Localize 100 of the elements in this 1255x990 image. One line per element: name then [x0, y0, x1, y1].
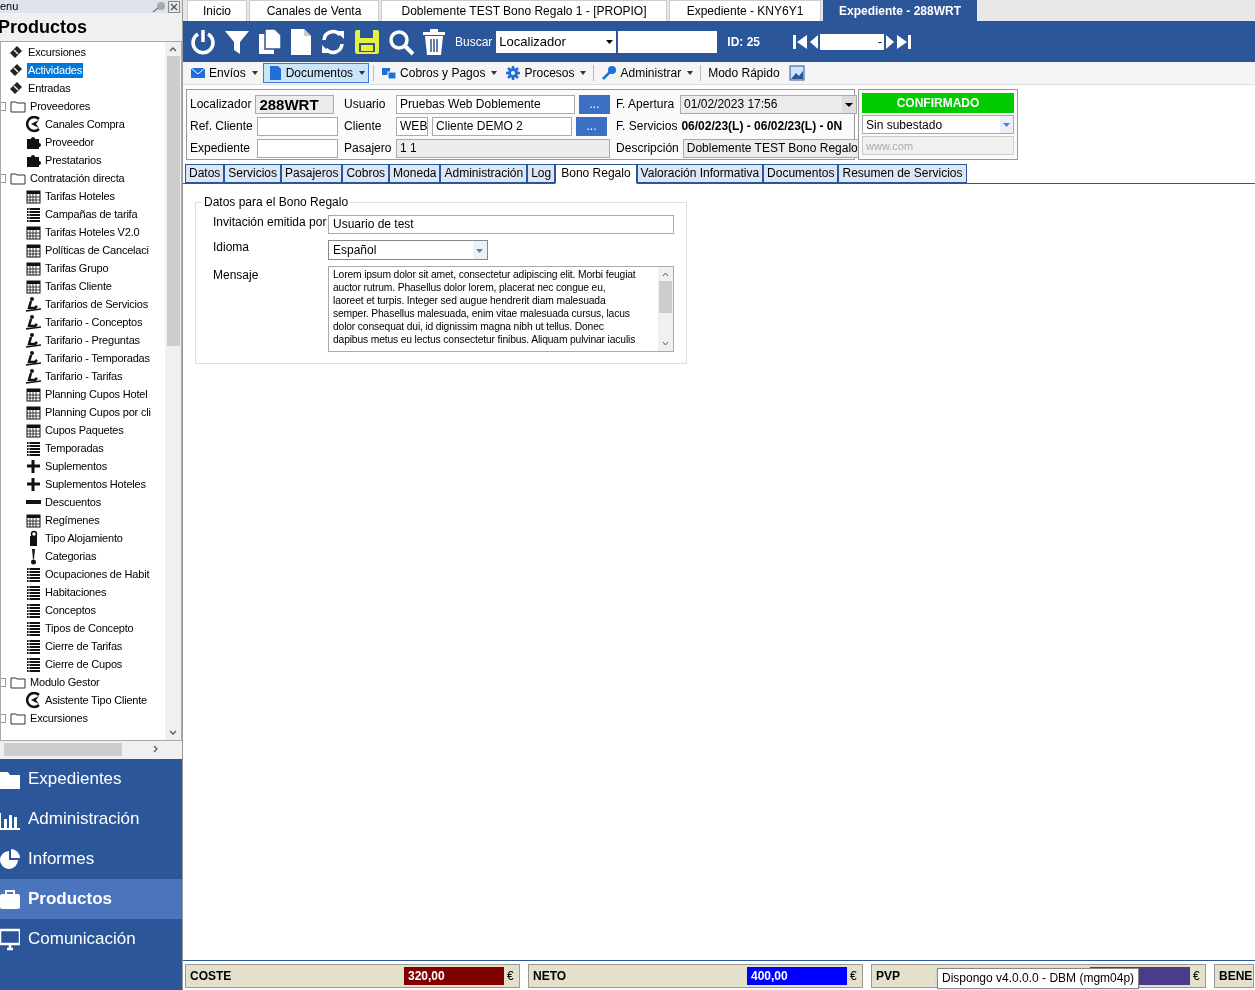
tree-item[interactable]: Tarifario - Tarifas [44, 368, 124, 384]
tree-item[interactable]: Campañas de tarifa [44, 206, 139, 222]
language-dropdown[interactable]: Español [328, 240, 488, 260]
tree-item[interactable]: Tarifario - Conceptos [44, 314, 144, 330]
browse-button[interactable]: ... [576, 116, 608, 136]
record-tab[interactable]: Resumen de Servicios [838, 164, 967, 183]
menu-button[interactable]: Administrar [598, 63, 697, 83]
field-label: Invitación emitida por [213, 215, 328, 231]
nav-item[interactable]: Productos [0, 879, 182, 919]
client-field[interactable]: Cliente DEMO 2 [432, 116, 573, 136]
tree-item[interactable]: Excursiones [29, 710, 89, 726]
record-tab[interactable]: Pasajeros [281, 164, 343, 183]
message-field[interactable] [328, 266, 674, 352]
pin-icon[interactable] [152, 0, 166, 13]
last-record-icon[interactable] [896, 33, 913, 50]
expander-icon[interactable] [1, 713, 6, 723]
tree-item[interactable]: Regímenes [44, 512, 101, 528]
record-tab[interactable]: Servicios [224, 164, 282, 183]
menu-button[interactable]: Documentos [262, 63, 370, 83]
tree-item[interactable]: Proveedor [44, 134, 95, 150]
tree-item[interactable]: Tarifas Grupo [44, 260, 110, 276]
tree-item[interactable]: Modulo Gestor [29, 674, 101, 690]
tree-item[interactable]: Tarifarios de Servicios [44, 296, 149, 312]
record-tab[interactable]: Cobros [342, 164, 390, 183]
record-tab[interactable]: Administración [440, 164, 528, 183]
browse-button[interactable]: ... [579, 94, 611, 114]
tree-item[interactable]: Tipo Alojamiento [44, 530, 124, 546]
list-icon [25, 205, 42, 223]
tree-item[interactable]: Actividades [27, 62, 84, 78]
menu-button[interactable]: Envíos [187, 63, 261, 83]
tree-item[interactable]: Temporadas [44, 440, 105, 456]
record-tab[interactable]: Bono Regalo [555, 164, 637, 184]
tree-item[interactable]: Conceptos [44, 602, 97, 618]
tree-item[interactable]: Descuentos [44, 494, 103, 510]
tree-item[interactable]: Canales Compra [44, 116, 126, 132]
tree-item[interactable]: Cupos Paquetes [44, 422, 125, 438]
issuer-field[interactable]: Usuario de test [328, 215, 674, 234]
input-field[interactable] [257, 138, 339, 158]
tree-item[interactable]: Tipos de Concepto [44, 620, 135, 636]
search-icon[interactable] [387, 27, 415, 56]
expander-icon[interactable] [1, 101, 6, 111]
menu-button[interactable]: Procesos [502, 63, 590, 83]
tree-item[interactable]: Suplementos Hoteles [44, 476, 147, 492]
document-icon[interactable] [289, 27, 313, 56]
tree-item[interactable]: Tarifas Hoteles [44, 188, 116, 204]
substatus-dropdown[interactable]: Sin subestado [862, 115, 1014, 134]
tree-item[interactable]: Entradas [27, 80, 72, 96]
document-tab[interactable]: Expediente - KNY6Y1 [669, 0, 821, 21]
tree-item[interactable]: Tarifas Hoteles V2.0 [44, 224, 141, 240]
document-tab[interactable]: Inicio [187, 0, 247, 21]
tree-item[interactable]: Proveedores [29, 98, 92, 114]
document-tab[interactable]: Doblemente TEST Bono Regalo 1 - [PROPIO] [381, 0, 667, 21]
save-icon[interactable] [353, 27, 381, 56]
search-field[interactable] [618, 30, 718, 53]
tree-item[interactable]: Cierre de Tarifas [44, 638, 124, 654]
tree-item[interactable]: Habitaciones [44, 584, 108, 600]
date-dropdown[interactable]: 01/02/2023 17:56 [680, 94, 858, 114]
search-type-dropdown[interactable]: Localizador [496, 30, 617, 53]
tree-item[interactable]: Tarifario - Temporadas [44, 350, 151, 366]
scrollbar[interactable] [658, 267, 673, 351]
user-field[interactable]: Pruebas Web Doblemente [396, 94, 576, 114]
tree-item[interactable]: Cierre de Cupos [44, 656, 124, 672]
tree-item[interactable]: Excursiones [27, 44, 87, 60]
copy-icon[interactable] [257, 27, 283, 56]
expander-icon[interactable] [1, 677, 6, 687]
description-field[interactable]: Doblemente TEST Bono Regalo [682, 138, 859, 158]
refresh-icon[interactable] [319, 27, 347, 56]
tree-item[interactable]: Categorias [44, 548, 98, 564]
record-tab[interactable]: Moneda [389, 164, 441, 183]
url-field[interactable]: www.com [862, 136, 1014, 155]
tree-item[interactable]: Suplementos [44, 458, 108, 474]
tree-item[interactable]: Contratación directa [29, 170, 126, 186]
record-id: ID: 25 [727, 33, 761, 51]
image-icon[interactable] [788, 65, 805, 81]
power-icon[interactable] [189, 27, 217, 56]
tree-item[interactable]: Planning Cupos por cli [44, 404, 152, 420]
record-tab[interactable]: Valoración Informativa [636, 164, 764, 183]
tree-item[interactable]: Ocupaciones de Habit [44, 566, 151, 582]
record-tab[interactable]: Documentos [763, 164, 839, 183]
client-code-field[interactable]: WEB [396, 116, 429, 136]
close-icon[interactable] [168, 0, 180, 13]
tree-item[interactable]: Planning Cupos Hotel [44, 386, 149, 402]
scrollbar[interactable] [165, 42, 181, 740]
tree-item[interactable]: Tarifario - Preguntas [44, 332, 141, 348]
input-field[interactable] [256, 116, 338, 136]
expander-icon[interactable] [1, 173, 6, 183]
menu-button[interactable]: Modo Rápido [705, 63, 783, 83]
menu-button[interactable]: Cobros y Pagos [378, 63, 501, 83]
locator-field[interactable]: 288WRT [255, 94, 335, 114]
tree-item[interactable]: Prestatarios [44, 152, 103, 168]
tree-item[interactable]: Políticas de Cancelaci [44, 242, 150, 258]
passenger-field[interactable]: 1 1 [396, 138, 611, 158]
tree-item[interactable]: Tarifas Cliente [44, 278, 113, 294]
document-tab[interactable]: Canales de Venta [249, 0, 379, 21]
record-tab[interactable]: Datos [185, 164, 225, 183]
first-record-icon[interactable] [792, 33, 809, 50]
tree-item[interactable]: Asistente Tipo Cliente [44, 692, 148, 708]
record-tab[interactable]: Log [527, 164, 556, 183]
document-tab[interactable]: Expediente - 288WRT [823, 0, 977, 21]
trash-icon[interactable] [421, 27, 447, 56]
